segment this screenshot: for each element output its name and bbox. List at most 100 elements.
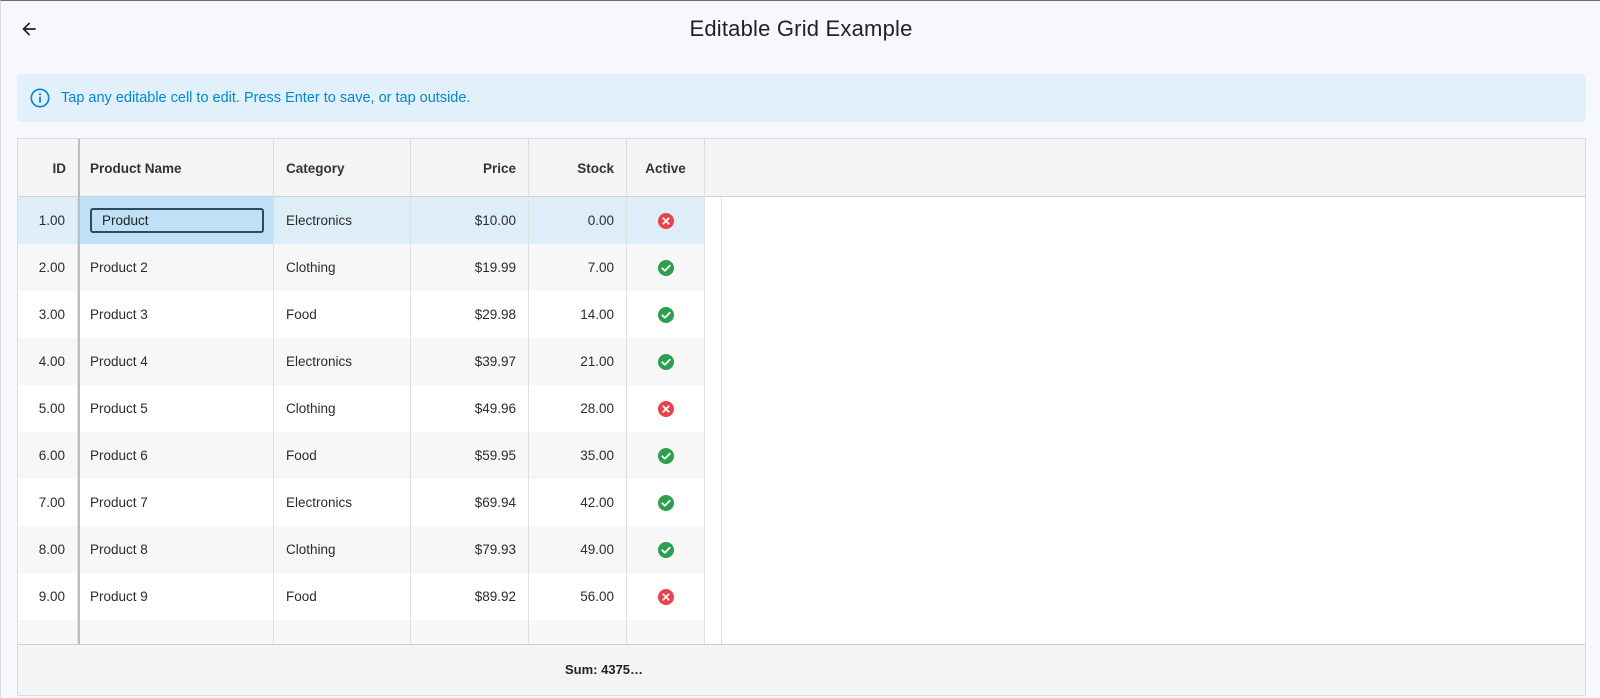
check-circle-icon [657, 494, 674, 511]
cell-product-name[interactable]: Product 4 [78, 338, 274, 386]
cell-active[interactable] [627, 526, 705, 574]
cell-product-name[interactable]: Product 8 [78, 526, 274, 574]
cell-price[interactable] [411, 620, 529, 644]
cell-category-text: Clothing [286, 260, 336, 275]
cell-category[interactable]: Food [274, 432, 411, 480]
cell-id[interactable]: 2.00 [18, 244, 78, 292]
cell-stock[interactable]: 35.00 [529, 432, 627, 480]
cell-stock[interactable]: 28.00 [529, 385, 627, 433]
cell-product-name[interactable]: Product 9 [78, 573, 274, 621]
cell-price-text: $89.92 [474, 589, 516, 604]
cell-product-name[interactable]: Product 7 [78, 479, 274, 527]
cell-active[interactable] [627, 291, 705, 339]
column-header-id[interactable]: ID [18, 139, 78, 197]
column-header-active[interactable]: Active [627, 139, 705, 197]
cell-id[interactable]: 8.00 [18, 526, 78, 574]
cell-category[interactable]: Electronics [274, 479, 411, 527]
cell-category[interactable]: Electronics [274, 338, 411, 386]
table-row[interactable]: 3.00 Product 3 Food $29.98 14.00 [18, 291, 721, 339]
cell-active[interactable] [627, 620, 705, 644]
cell-stock[interactable]: 49.00 [529, 526, 627, 574]
cell-price[interactable]: $69.94 [411, 479, 529, 527]
cell-active[interactable] [627, 432, 705, 480]
cell-category[interactable] [274, 620, 411, 644]
cell-product-name[interactable]: Product 3 [78, 291, 274, 339]
cell-category[interactable]: Clothing [274, 244, 411, 292]
cell-product-name-text: Product 4 [90, 354, 148, 369]
cell-id[interactable] [18, 620, 78, 644]
cell-id[interactable]: 5.00 [18, 385, 78, 433]
check-circle-icon [657, 259, 674, 276]
cell-stock-text: 7.00 [587, 260, 614, 275]
cell-category-text: Electronics [286, 495, 353, 510]
cell-product-name[interactable]: Product 5 [78, 385, 274, 433]
cell-category[interactable]: Food [274, 573, 411, 621]
cell-id-text: 2.00 [38, 260, 65, 275]
cell-category[interactable]: Clothing [274, 526, 411, 574]
cell-id[interactable]: 4.00 [18, 338, 78, 386]
cell-id[interactable]: 9.00 [18, 573, 78, 621]
table-row[interactable]: 8.00 Product 8 Clothing $79.93 49.00 [18, 526, 721, 574]
cell-category[interactable]: Electronics [274, 197, 411, 245]
cell-active[interactable] [627, 338, 705, 386]
column-header-stock[interactable]: Stock [529, 139, 627, 197]
cell-stock[interactable]: 42.00 [529, 479, 627, 527]
cell-stock-text: 49.00 [580, 542, 614, 557]
cell-price[interactable]: $59.95 [411, 432, 529, 480]
cell-product-name[interactable] [78, 197, 274, 245]
table-row[interactable]: 9.00 Product 9 Food $89.92 56.00 [18, 573, 721, 621]
cell-stock[interactable]: 21.00 [529, 338, 627, 386]
cell-price[interactable]: $39.97 [411, 338, 529, 386]
cell-price[interactable]: $49.96 [411, 385, 529, 433]
cell-price[interactable]: $89.92 [411, 573, 529, 621]
cell-active[interactable] [627, 197, 705, 245]
cell-product-name[interactable]: Product 6 [78, 432, 274, 480]
cell-active[interactable] [627, 573, 705, 621]
cell-edit-input[interactable] [90, 208, 264, 233]
table-row[interactable]: 5.00 Product 5 Clothing $49.96 28.00 [18, 385, 721, 433]
cell-price-text: $79.93 [474, 542, 516, 557]
table-row[interactable]: 6.00 Product 6 Food $59.95 35.00 [18, 432, 721, 480]
cell-product-name-text: Product 5 [90, 401, 148, 416]
cell-id[interactable]: 1.00 [18, 197, 78, 245]
cell-price[interactable]: $19.99 [411, 244, 529, 292]
cell-id-text: 6.00 [38, 448, 65, 463]
column-header-filler [705, 139, 1585, 197]
cell-price-text: $29.98 [474, 307, 516, 322]
column-header-price[interactable]: Price [411, 139, 529, 197]
cell-stock[interactable]: 7.00 [529, 244, 627, 292]
cell-stock[interactable] [529, 620, 627, 644]
cell-stock[interactable]: 56.00 [529, 573, 627, 621]
cell-id[interactable]: 7.00 [18, 479, 78, 527]
cell-product-name-text: Product 9 [90, 589, 148, 604]
cell-stock-text: 0.00 [587, 213, 614, 228]
cell-category[interactable]: Clothing [274, 385, 411, 433]
table-row[interactable]: 1.00 Electronics $10.00 0.00 [18, 197, 721, 245]
cell-active[interactable] [627, 479, 705, 527]
cell-category[interactable]: Food [274, 291, 411, 339]
check-circle-icon [657, 541, 674, 558]
table-row[interactable]: 4.00 Product 4 Electronics $39.97 21.00 [18, 338, 721, 386]
cell-price[interactable]: $10.00 [411, 197, 529, 245]
cell-active[interactable] [627, 385, 705, 433]
table-row-partial[interactable] [18, 620, 721, 644]
cell-active[interactable] [627, 244, 705, 292]
cancel-circle-icon [657, 588, 674, 605]
cell-price[interactable]: $29.98 [411, 291, 529, 339]
column-header-product-name[interactable]: Product Name [78, 139, 274, 197]
cell-product-name[interactable]: Product 2 [78, 244, 274, 292]
cell-id[interactable]: 3.00 [18, 291, 78, 339]
cell-stock-text: 35.00 [580, 448, 614, 463]
table-row[interactable]: 2.00 Product 2 Clothing $19.99 7.00 [18, 244, 721, 292]
app-window: Editable Grid Example Tap any editable c… [0, 0, 1600, 698]
cell-stock-text: 28.00 [580, 401, 614, 416]
table-row[interactable]: 7.00 Product 7 Electronics $69.94 42.00 [18, 479, 721, 527]
cell-stock[interactable]: 14.00 [529, 291, 627, 339]
cell-stock-text: 56.00 [580, 589, 614, 604]
column-header-category[interactable]: Category [274, 139, 411, 197]
cell-id[interactable]: 6.00 [18, 432, 78, 480]
cell-stock[interactable]: 0.00 [529, 197, 627, 245]
frozen-column-divider[interactable] [78, 139, 80, 644]
cell-price[interactable]: $79.93 [411, 526, 529, 574]
cell-product-name[interactable] [78, 620, 274, 644]
